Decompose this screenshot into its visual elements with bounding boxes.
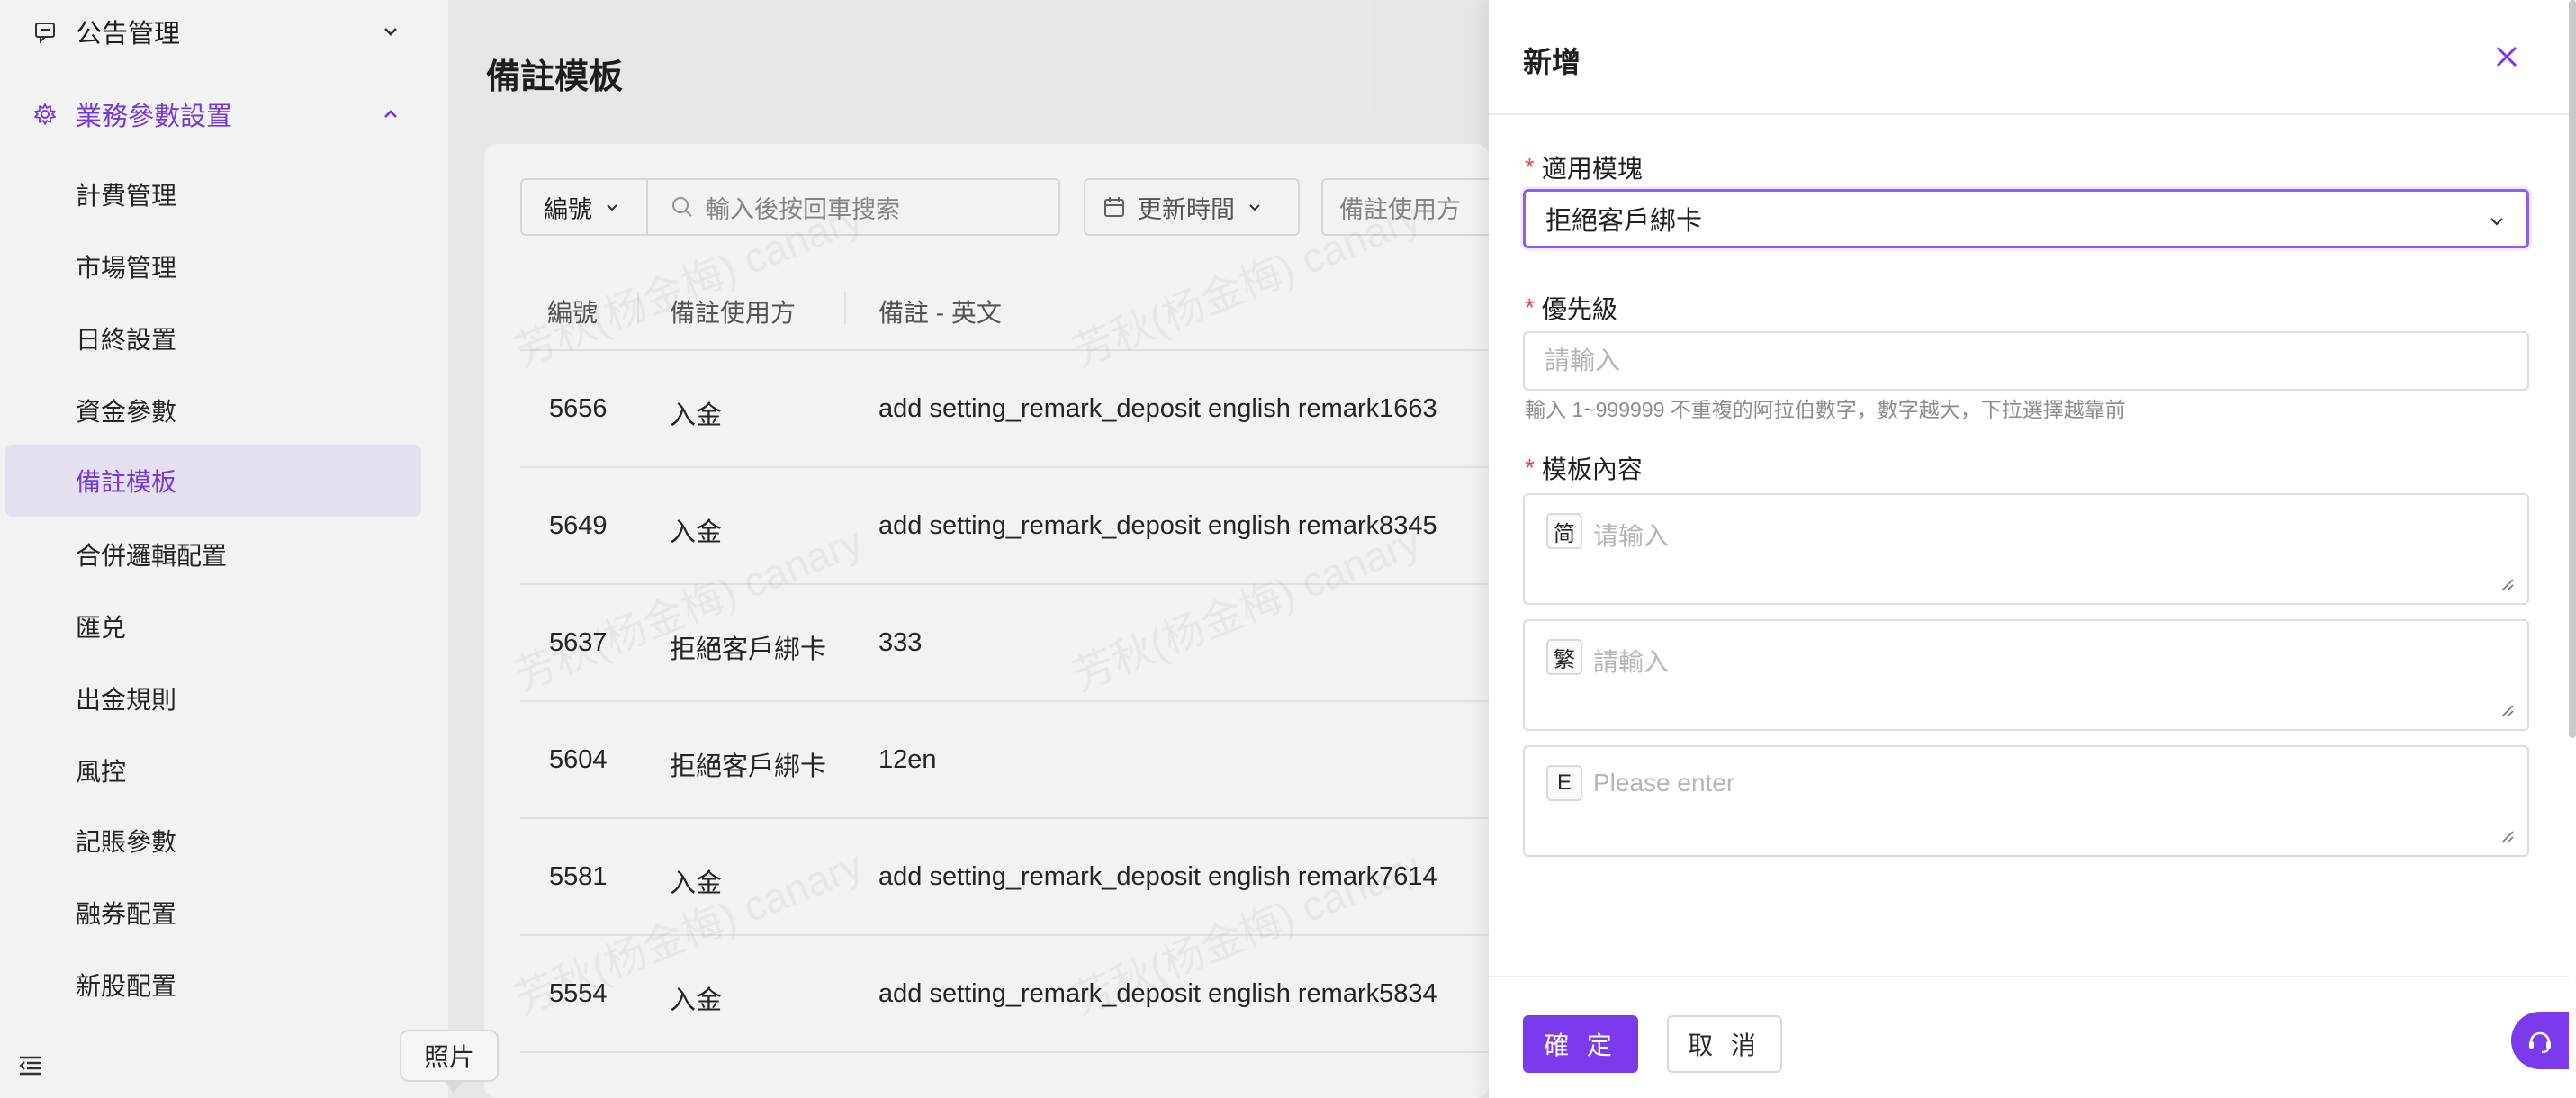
priority-label-text: 優先級 bbox=[1541, 295, 1617, 323]
lang-tag-simplified: 简 bbox=[1546, 513, 1582, 549]
required-mark: * bbox=[1525, 454, 1535, 482]
lang-tag-traditional: 繁 bbox=[1546, 639, 1582, 675]
priority-label: * 優先級 bbox=[1525, 290, 1617, 326]
support-button[interactable] bbox=[2511, 1012, 2569, 1069]
confirm-button[interactable]: 確 定 bbox=[1523, 1015, 1638, 1073]
content-english-textarea[interactable]: E Please enter bbox=[1523, 745, 2529, 857]
module-label: * 適用模塊 bbox=[1525, 149, 1643, 185]
module-select[interactable]: 拒絕客戶綁卡 bbox=[1523, 189, 2529, 248]
resize-handle-icon[interactable] bbox=[2499, 828, 2515, 844]
drawer-title: 新增 bbox=[1523, 46, 1581, 78]
module-label-text: 適用模塊 bbox=[1541, 155, 1643, 183]
priority-hint: 輸入 1~999999 不重複的阿拉伯數字，數字越大，下拉選擇越靠前 bbox=[1525, 398, 2126, 421]
content-label-text: 模板內容 bbox=[1541, 455, 1643, 483]
content-simplified-textarea[interactable]: 简 请输入 bbox=[1523, 493, 2529, 605]
close-icon[interactable] bbox=[2491, 41, 2522, 72]
add-drawer: 新增 * 適用模塊 拒絕客戶綁卡 * 優先級 輸入 1~999999 不重複的阿… bbox=[1489, 0, 2576, 1098]
required-mark: * bbox=[1525, 153, 1535, 181]
textarea-placeholder: 请输入 bbox=[1593, 522, 1670, 550]
required-mark: * bbox=[1525, 293, 1535, 321]
priority-input[interactable] bbox=[1523, 331, 2529, 391]
chevron-down-icon bbox=[2490, 218, 2503, 226]
content-traditional-textarea[interactable]: 繁 請輸入 bbox=[1523, 619, 2529, 731]
resize-handle-icon[interactable] bbox=[2499, 576, 2515, 592]
module-select-value: 拒絕客戶綁卡 bbox=[1545, 207, 1703, 236]
photo-tooltip: 照片 bbox=[400, 1030, 499, 1082]
tooltip-arrow bbox=[443, 1080, 464, 1093]
drawer-footer: 確 定 取 消 bbox=[1489, 976, 2569, 1098]
lang-tag-english: E bbox=[1546, 765, 1582, 801]
content-label: * 模板內容 bbox=[1525, 450, 1643, 486]
textarea-placeholder: 請輸入 bbox=[1593, 648, 1670, 676]
headset-icon bbox=[2529, 1031, 2551, 1054]
cancel-button[interactable]: 取 消 bbox=[1667, 1015, 1782, 1073]
textarea-placeholder: Please enter bbox=[1593, 769, 1735, 796]
resize-handle-icon[interactable] bbox=[2499, 702, 2515, 718]
drawer-scrollbar[interactable] bbox=[2569, 0, 2576, 738]
drawer-header: 新增 bbox=[1489, 0, 2569, 115]
